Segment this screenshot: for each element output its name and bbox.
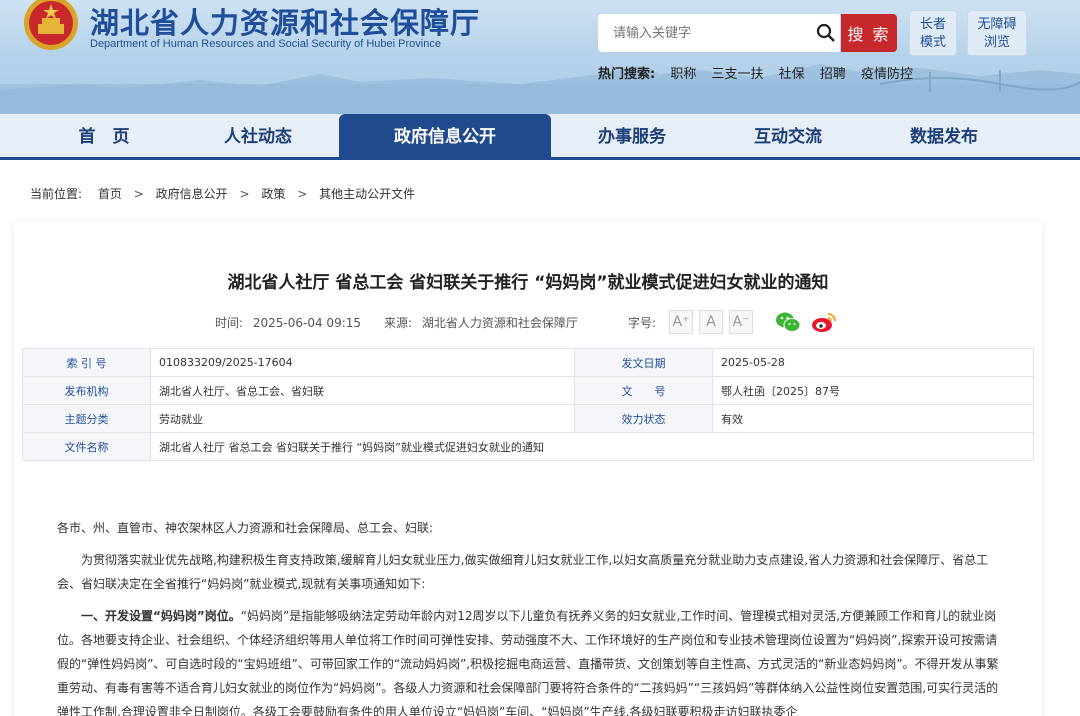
filename-label: 文件名称: [22, 432, 151, 461]
hot-search-item[interactable]: 疫情防控: [861, 67, 913, 82]
breadcrumb-label: 当前位置:: [30, 187, 83, 201]
table-row: 发布机构 湖北省人社厅、省总工会、省妇联 文 号 鄂人社函〔2025〕87号: [22, 376, 1034, 405]
topic-label: 主题分类: [22, 404, 151, 433]
breadcrumb-separator: >: [133, 187, 144, 201]
article-body: 各市、州、直管市、神农架林区人力资源和社会保障局、总工会、妇联: 为贯彻落实就业…: [57, 516, 1002, 716]
elder-mode-label-1: 长者: [919, 17, 946, 32]
hot-search-label: 热门搜索:: [598, 67, 656, 82]
hot-search-item[interactable]: 职称: [670, 67, 696, 82]
elder-mode-button[interactable]: 长者 模式: [909, 10, 957, 56]
status-label: 效力状态: [574, 404, 713, 433]
document-info-table: 索 引 号 010833209/2025-17604 发文日期 2025-05-…: [22, 348, 1034, 461]
status-value: 有效: [712, 404, 1034, 433]
breadcrumb: 当前位置: 首页 > 政府信息公开 > 政策 > 其他主动公开文件: [30, 185, 415, 202]
source-value: 湖北省人力资源和社会保障厅: [421, 316, 578, 330]
table-row: 文件名称 湖北省人社厅 省总工会 省妇联关于推行 “妈妈岗”就业模式促进妇女就业…: [22, 432, 1034, 461]
table-row: 索 引 号 010833209/2025-17604 发文日期 2025-05-…: [22, 348, 1034, 377]
font-normal-button[interactable]: A: [699, 310, 723, 334]
doc-no-value: 鄂人社函〔2025〕87号: [712, 376, 1034, 405]
paragraph: 为贯彻落实就业优先战略,构建积极生育支持政策,缓解育儿妇女就业压力,做实做细育儿…: [57, 553, 989, 591]
search-icon[interactable]: [816, 23, 836, 43]
issuer-value: 湖北省人社厅、省总工会、省妇联: [150, 376, 575, 405]
paragraph-heading: 一、开发设置“妈妈岗”岗位。: [81, 609, 241, 623]
time-value: 2025-06-04 09:15: [252, 316, 362, 330]
header-banner: 湖北省人力资源和社会保障厅 Department of Human Resour…: [0, 0, 1080, 114]
article-title: 湖北省人社厅 省总工会 省妇联关于推行 “妈妈岗”就业模式促进妇女就业的通知: [227, 273, 829, 293]
wechat-share-icon[interactable]: [775, 310, 801, 334]
site-subtitle-en: Department of Human Resources and Social…: [90, 38, 441, 50]
nav-item-news[interactable]: 人社动态: [200, 114, 316, 160]
nav-item-data[interactable]: 数据发布: [884, 114, 1004, 160]
doc-no-label: 文 号: [574, 376, 713, 405]
breadcrumb-item-policy[interactable]: 政策: [261, 187, 285, 201]
breadcrumb-item-other[interactable]: 其他主动公开文件: [319, 187, 415, 201]
source-label: 来源:: [384, 316, 413, 330]
issuer-label: 发布机构: [22, 376, 151, 405]
elder-mode-label-2: 模式: [919, 35, 946, 50]
weibo-share-icon[interactable]: [811, 310, 837, 334]
breadcrumb-separator: >: [297, 187, 308, 201]
hot-search-item[interactable]: 招聘: [820, 67, 846, 82]
filename-value: 湖北省人社厅 省总工会 省妇联关于推行 “妈妈岗”就业模式促进妇女就业的通知: [150, 432, 1034, 461]
hot-search-item[interactable]: 社保: [779, 67, 805, 82]
issue-date-value: 2025-05-28: [712, 348, 1034, 377]
index-no-value: 010833209/2025-17604: [150, 348, 575, 377]
nav-item-services[interactable]: 办事服务: [572, 114, 692, 160]
breadcrumb-item-home[interactable]: 首页: [98, 187, 122, 201]
hot-search: 热门搜索: 职称 三支一扶 社保 招聘 疫情防控: [598, 63, 913, 82]
nav-item-gov-info[interactable]: 政府信息公开: [339, 114, 551, 160]
table-row: 主题分类 劳动就业 效力状态 有效: [22, 404, 1034, 433]
index-no-label: 索 引 号: [22, 348, 151, 377]
search-input[interactable]: [598, 14, 808, 52]
time-label: 时间:: [215, 316, 244, 330]
main-nav: 首 页 人社动态 政府信息公开 办事服务 互动交流 数据发布: [0, 114, 1080, 160]
issue-date-label: 发文日期: [574, 348, 713, 377]
topic-value: 劳动就业: [150, 404, 575, 433]
barrier-free-button[interactable]: 无障碍 浏览: [967, 10, 1027, 56]
search-box: [598, 14, 840, 52]
font-decrease-button[interactable]: A⁻: [729, 310, 753, 334]
nav-item-interaction[interactable]: 互动交流: [728, 114, 848, 160]
font-size-label: 字号:: [628, 316, 657, 330]
article-source: 来源: 湖北省人力资源和社会保障厅: [384, 314, 578, 331]
breadcrumb-separator: >: [239, 187, 250, 201]
nav-item-home[interactable]: 首 页: [48, 114, 160, 160]
barrier-free-label-1: 无障碍: [977, 17, 1017, 32]
salutation: 各市、州、直管市、神农架林区人力资源和社会保障局、总工会、妇联:: [57, 521, 434, 535]
search-button[interactable]: 搜 索: [841, 14, 897, 52]
national-emblem-icon: [24, 0, 78, 50]
font-increase-button[interactable]: A⁺: [669, 310, 693, 334]
barrier-free-label-2: 浏览: [983, 35, 1010, 50]
article-time: 时间: 2025-06-04 09:15: [215, 314, 361, 331]
breadcrumb-item-gov-info[interactable]: 政府信息公开: [156, 187, 228, 201]
paragraph-text: “妈妈岗”是指能够吸纳法定劳动年龄内对12周岁以下儿童负有抚养义务的妇女就业,工…: [57, 609, 999, 716]
site-title: 湖北省人力资源和社会保障厅: [90, 6, 481, 40]
hot-search-item[interactable]: 三支一扶: [712, 67, 764, 82]
paragraph: 一、开发设置“妈妈岗”岗位。“妈妈岗”是指能够吸纳法定劳动年龄内对12周岁以下儿…: [57, 604, 1002, 716]
